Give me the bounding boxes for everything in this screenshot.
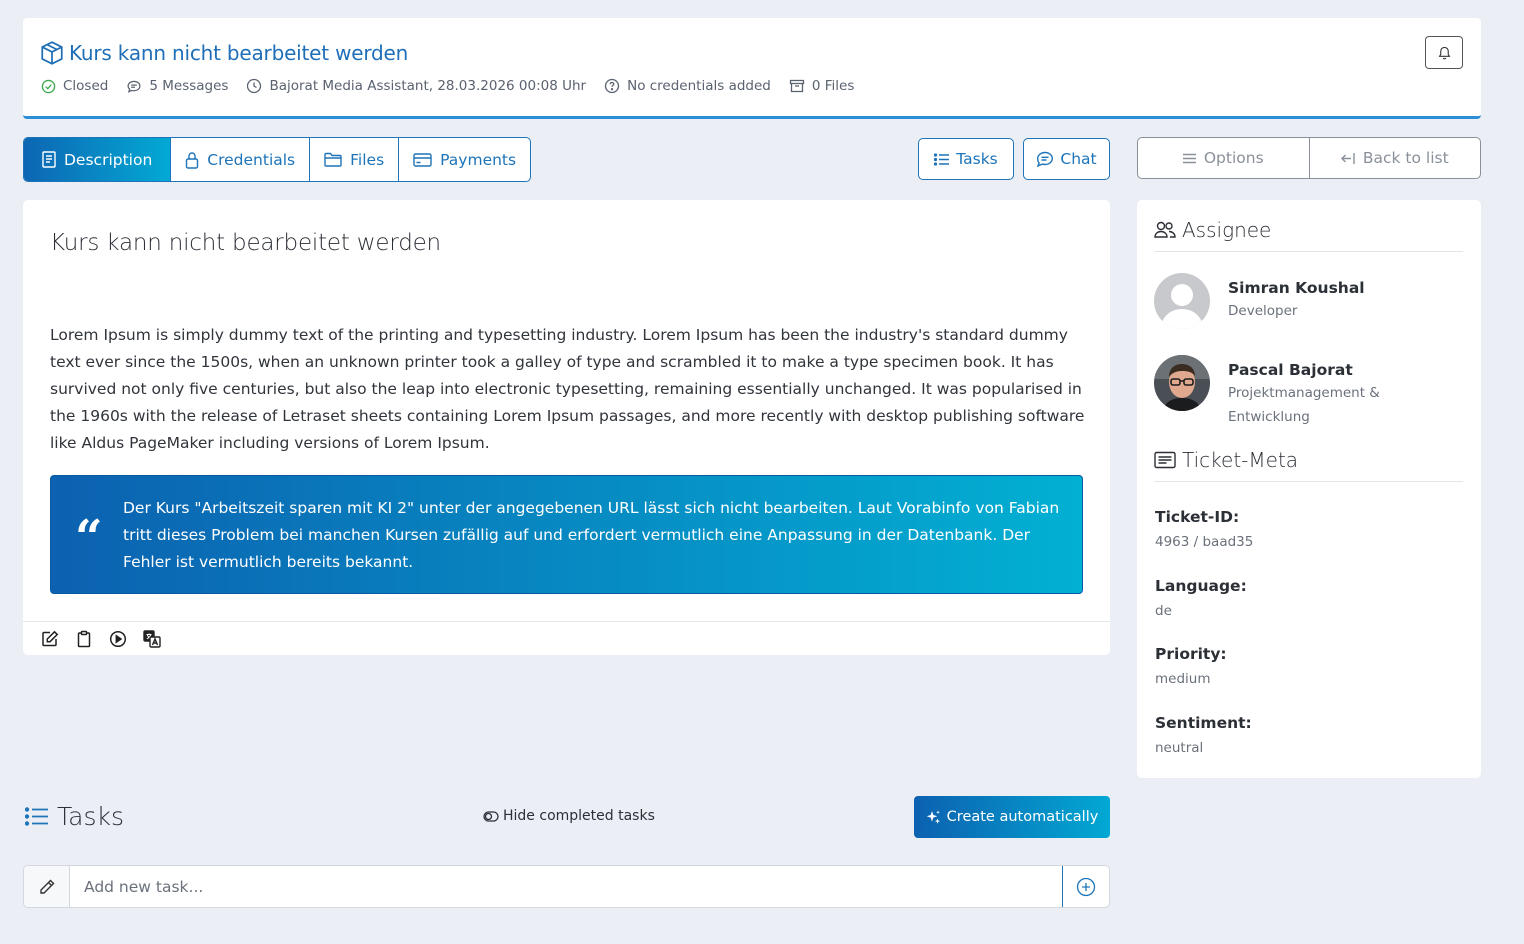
archive-icon [789,78,805,94]
edit-icon[interactable] [41,630,59,648]
list-icon [25,807,49,826]
summary-quote: “ Der Kurs "Arbeitszeit sparen mit KI 2"… [50,475,1083,594]
clipboard-icon[interactable] [75,630,93,648]
package-icon [39,40,65,66]
description-card: Kurs kann nicht bearbeitet werden Lorem … [23,200,1110,655]
assignee-role: Developer [1228,303,1298,319]
meta-key-ticket-id: Ticket-ID: [1155,508,1240,526]
plus-circle-icon [1076,877,1096,897]
options-group: Options Back to list [1137,137,1481,179]
avatar [1154,273,1210,329]
play-circle-icon[interactable] [109,630,127,648]
options-button[interactable]: Options [1138,138,1309,178]
status-badge: Closed [41,78,108,94]
ticket-meta-bar: Closed 5 Messages Bajorat Media Assistan… [41,78,872,94]
list-icon [934,152,950,166]
assignee-heading: Assignee [1154,218,1463,252]
meta-value-priority: medium [1155,671,1211,687]
assignee-pascal: Pascal Bajorat Projektmanagement & Entwi… [1154,355,1398,429]
menu-icon [1182,153,1196,164]
new-task-input[interactable]: Add new task... [70,866,1062,907]
pencil-icon [24,866,70,907]
toggle-icon [483,810,499,822]
assignee-simran: Simran Koushal Developer [1154,273,1365,329]
sparkles-icon [926,810,941,825]
new-task-row: Add new task... [23,865,1110,908]
chat-bubble-icon [126,79,142,94]
bell-icon [1437,45,1452,61]
create-automatically-button[interactable]: Create automatically [914,796,1110,838]
credentials-status: No credentials added [604,78,771,94]
lock-icon [185,151,199,169]
document-icon [42,151,56,168]
ticket-tabs: Description Credentials Files Payments [23,137,532,182]
ticket-title-text: Kurs kann nicht bearbeitet werden [69,41,409,65]
chat-button[interactable]: Chat [1023,138,1110,180]
description-title: Kurs kann nicht bearbeitet werden [50,230,441,256]
tasks-heading: Tasks [25,802,124,831]
files-count: 0 Files [789,78,854,94]
chat-icon [1036,151,1054,168]
avatar [1154,355,1210,411]
meta-key-language: Language: [1155,577,1247,595]
question-circle-icon [604,78,620,94]
credit-card-icon [413,152,432,167]
clock-icon [246,78,262,94]
ticket-title: Kurs kann nicht bearbeitet werden [39,40,408,66]
sidebar: Assignee Simran Koushal Developer Pascal… [1137,200,1481,778]
tasks-button[interactable]: Tasks [918,138,1014,180]
arrow-left-bar-icon [1340,152,1355,165]
author-timestamp: Bajorat Media Assistant, 28.03.2026 00:0… [246,78,586,94]
assignee-name: Simran Koushal [1228,279,1365,297]
folder-icon [324,152,342,167]
tab-payments[interactable]: Payments [399,138,530,181]
meta-value-sentiment: neutral [1155,740,1204,756]
description-body: Lorem Ipsum is simply dummy text of the … [50,326,1085,452]
back-to-list-button[interactable]: Back to list [1308,138,1481,178]
hide-completed-toggle[interactable]: Hide completed tasks [483,808,655,824]
meta-key-sentiment: Sentiment: [1155,714,1252,732]
quote-icon: “ [75,510,103,566]
ticket-meta-heading: Ticket-Meta [1154,448,1463,482]
meta-key-priority: Priority: [1155,645,1227,663]
tab-description[interactable]: Description [24,138,172,181]
assignee-name: Pascal Bajorat [1228,361,1353,379]
translate-icon[interactable] [143,629,161,648]
ticket-header: Kurs kann nicht bearbeitet werden Closed… [23,18,1481,119]
messages-count: 5 Messages [126,78,228,94]
tab-credentials[interactable]: Credentials [171,138,311,181]
meta-value-language: de [1155,603,1172,619]
users-icon [1154,221,1176,239]
assignee-role: Projektmanagement & Entwicklung [1228,385,1380,425]
tab-files[interactable]: Files [310,138,400,181]
card-text-icon [1154,451,1176,469]
description-toolbar [23,621,1110,655]
summary-quote-text: Der Kurs "Arbeitszeit sparen mit KI 2" u… [123,499,1060,571]
meta-value-ticket-id: 4963 / baad35 [1155,534,1254,550]
check-circle-icon [41,79,56,94]
notification-button[interactable] [1425,36,1463,69]
add-task-button[interactable] [1062,866,1109,907]
